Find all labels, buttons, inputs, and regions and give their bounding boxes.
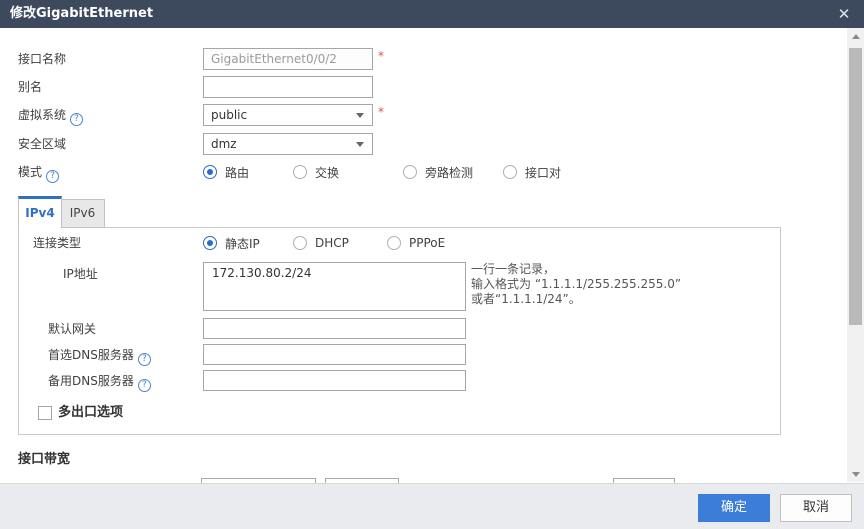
chevron-down-icon — [356, 142, 364, 147]
connection-radio-dhcp[interactable]: DHCP — [293, 233, 349, 253]
scrollbar-thumb[interactable] — [849, 48, 862, 325]
radio-icon — [293, 165, 307, 179]
modify-interface-dialog: 修改GigabitEthernet ✕ 接口名称 * 别名 虚拟系统? publ… — [0, 0, 864, 529]
security-zone-select[interactable]: dmz — [203, 133, 373, 155]
default-gateway-input[interactable] — [203, 318, 466, 339]
multi-exit-label: 多出口选项 — [58, 402, 123, 424]
radio-icon — [387, 236, 401, 250]
interface-name-label: 接口名称 — [18, 48, 66, 70]
arrow-down-icon — [852, 472, 860, 477]
cancel-button[interactable]: 取消 — [780, 494, 852, 522]
dialog-title: 修改GigabitEthernet — [10, 0, 153, 28]
radio-icon — [403, 165, 417, 179]
multi-exit-checkbox[interactable] — [38, 406, 52, 420]
interface-name-input — [203, 48, 373, 70]
mode-label: 模式? — [18, 161, 59, 183]
primary-dns-label-text: 首选DNS服务器 — [48, 348, 134, 362]
mode-radio-interface-pair[interactable]: 接口对 — [503, 162, 561, 182]
ip-address-textarea[interactable]: 172.130.80.2/24 — [203, 262, 466, 311]
scrollbar-down-button[interactable] — [847, 466, 864, 482]
connection-option-label: DHCP — [315, 236, 349, 250]
alias-label: 别名 — [18, 76, 42, 98]
required-asterisk: * — [378, 48, 384, 64]
mode-radio-bypass-detect[interactable]: 旁路检测 — [403, 162, 473, 182]
connection-radio-pppoe[interactable]: PPPoE — [387, 233, 445, 253]
radio-selected-icon — [203, 165, 217, 179]
secondary-dns-input[interactable] — [203, 370, 466, 391]
dialog-titlebar: 修改GigabitEthernet ✕ — [0, 0, 864, 28]
mode-option-label: 交换 — [315, 164, 339, 181]
hint-line: 一行一条记录， — [471, 262, 711, 277]
radio-selected-icon — [203, 236, 217, 250]
bandwidth-section-title: 接口带宽 — [18, 448, 70, 467]
connection-radio-static-ip[interactable]: 静态IP — [203, 233, 260, 253]
primary-dns-input[interactable] — [203, 344, 466, 365]
virtual-system-select[interactable]: public — [203, 104, 373, 126]
help-icon[interactable]: ? — [46, 170, 59, 183]
arrow-up-icon — [852, 34, 860, 39]
dialog-footer: 确定 取消 — [0, 483, 864, 529]
hint-line: 或者“1.1.1.1/24”。 — [471, 292, 711, 307]
mode-radio-switch[interactable]: 交换 — [293, 162, 339, 182]
alias-input[interactable] — [203, 76, 373, 98]
security-zone-label: 安全区域 — [18, 133, 66, 155]
help-icon[interactable]: ? — [138, 379, 151, 392]
ok-button[interactable]: 确定 — [698, 494, 770, 522]
chevron-down-icon — [356, 113, 364, 118]
connection-option-label: PPPoE — [409, 236, 445, 250]
tab-ipv6[interactable]: IPv6 — [61, 199, 105, 228]
default-gateway-label: 默认网关 — [48, 318, 96, 340]
required-asterisk: * — [378, 104, 384, 120]
ip-address-hint: 一行一条记录， 输入格式为 “1.1.1.1/255.255.255.0” 或者… — [471, 262, 711, 307]
radio-icon — [503, 165, 517, 179]
virtual-system-label-text: 虚拟系统 — [18, 108, 66, 122]
mode-option-label: 接口对 — [525, 164, 561, 181]
scrollbar-up-button[interactable] — [847, 28, 864, 44]
mode-radio-route[interactable]: 路由 — [203, 162, 249, 182]
radio-icon — [293, 236, 307, 250]
tab-ipv4[interactable]: IPv4 — [18, 196, 62, 228]
mode-option-label: 路由 — [225, 164, 249, 181]
virtual-system-label: 虚拟系统? — [18, 104, 83, 126]
secondary-dns-label-text: 备用DNS服务器 — [48, 374, 134, 388]
primary-dns-label: 首选DNS服务器? — [48, 344, 151, 366]
mode-label-text: 模式 — [18, 165, 42, 179]
connection-option-label: 静态IP — [225, 235, 260, 252]
close-icon[interactable]: ✕ — [830, 0, 858, 28]
connection-type-label: 连接类型 — [33, 232, 81, 254]
ip-address-label: IP地址 — [63, 263, 98, 285]
mode-option-label: 旁路检测 — [425, 164, 473, 181]
help-icon[interactable]: ? — [70, 113, 83, 126]
security-zone-value: dmz — [211, 137, 237, 151]
hint-line: 输入格式为 “1.1.1.1/255.255.255.0” — [471, 277, 711, 292]
virtual-system-value: public — [211, 108, 247, 122]
secondary-dns-label: 备用DNS服务器? — [48, 370, 151, 392]
scrollbar[interactable] — [847, 28, 864, 482]
help-icon[interactable]: ? — [138, 353, 151, 366]
